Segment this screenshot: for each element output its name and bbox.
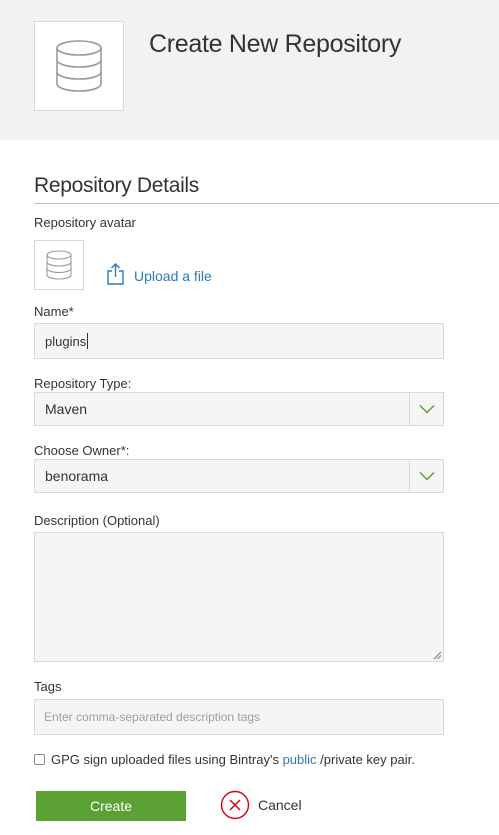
tags-input[interactable]: Enter comma-separated description tags [34,699,444,735]
upload-file-label: Upload a file [134,268,212,284]
description-label: Description (Optional) [34,513,160,528]
text-cursor [87,333,89,349]
name-input-value: plugins [45,333,87,349]
upload-icon [107,263,124,285]
owner-value: benorama [45,468,109,484]
owner-dropdown-button[interactable] [409,460,443,492]
cancel-button[interactable]: Cancel [220,790,302,820]
tags-placeholder: Enter comma-separated description tags [44,710,261,724]
close-circle-icon [220,790,250,820]
owner-label: Choose Owner*: [34,443,130,458]
database-icon [56,40,102,92]
upload-file-link[interactable]: Upload a file [106,263,212,285]
gpg-public-key-link[interactable]: public [283,752,317,767]
page-title: Create New Repository [149,30,402,58]
gpg-text-before: GPG sign uploaded files using Bintray's [51,752,279,767]
page-header: Create New Repository [0,0,499,140]
section-divider [34,203,499,204]
gpg-sign-checkbox[interactable] [34,754,45,765]
chevron-down-icon [418,404,435,414]
section-title: Repository Details [34,174,199,197]
name-label: Name* [34,304,74,319]
gpg-sign-option: GPG sign uploaded files using Bintray's … [34,752,415,767]
repository-type-value: Maven [45,401,88,417]
database-icon [46,250,72,280]
description-textarea[interactable] [34,532,444,662]
name-input[interactable]: plugins [34,323,444,359]
resize-handle-icon[interactable] [433,651,442,660]
repository-type-select[interactable]: Maven [34,392,444,426]
repository-type-label: Repository Type: [34,376,132,391]
gpg-text-after: /private key pair. [320,752,415,767]
create-button[interactable]: Create [36,791,186,821]
repository-avatar-large [34,21,124,111]
repository-avatar [34,240,84,290]
repository-type-dropdown-button[interactable] [409,393,443,425]
avatar-label: Repository avatar [34,215,136,230]
chevron-down-icon [418,471,435,481]
cancel-label: Cancel [258,797,302,813]
owner-select[interactable]: benorama [34,459,444,493]
tags-label: Tags [34,679,62,694]
